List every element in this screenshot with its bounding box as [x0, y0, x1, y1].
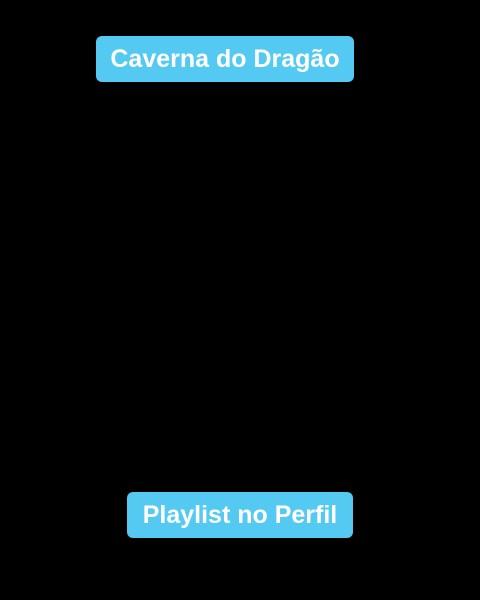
playlist-caption: Playlist no Perfil — [127, 492, 353, 538]
video-frame: Caverna do Dragão Playlist no Perfil — [0, 0, 480, 600]
title-caption: Caverna do Dragão — [96, 36, 354, 82]
